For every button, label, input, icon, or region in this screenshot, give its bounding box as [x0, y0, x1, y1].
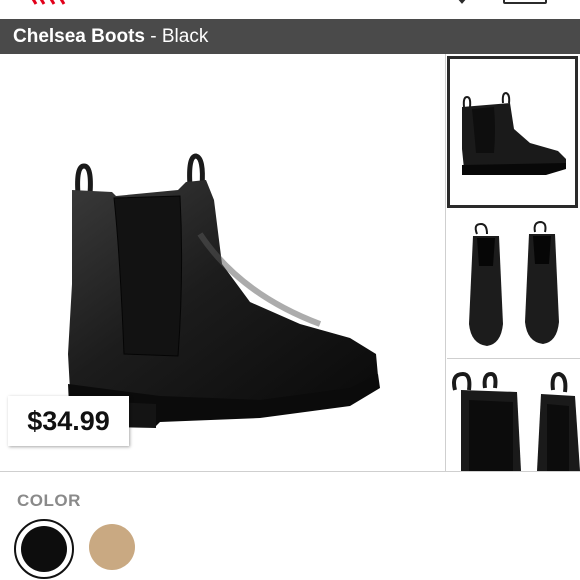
cart-button[interactable]	[503, 0, 547, 4]
boot-back-thumbnail	[452, 371, 580, 471]
main-product-image[interactable]: $34.99	[0, 54, 446, 471]
thumbnail-back-view[interactable]	[447, 360, 580, 471]
product-gallery: $34.99	[0, 54, 580, 472]
top-nav-strip	[0, 0, 580, 19]
swatch-black-fill	[21, 526, 67, 572]
brand-logo[interactable]	[28, 0, 88, 6]
product-title-bar: Chelsea Boots - Black	[0, 19, 580, 54]
product-variant: Black	[161, 25, 209, 47]
product-name: Chelsea Boots	[13, 25, 145, 47]
thumbnail-top-view[interactable]	[447, 214, 580, 359]
color-section-label: COLOR	[17, 491, 81, 510]
swatch-black-selected[interactable]	[14, 519, 74, 579]
boot-side-thumbnail	[462, 91, 566, 175]
chevron-down-icon[interactable]	[455, 0, 469, 4]
price-tag: $34.99	[8, 396, 129, 446]
title-separator: -	[144, 25, 162, 47]
thumbnail-side-view[interactable]	[447, 56, 578, 208]
swatch-beige[interactable]	[89, 524, 135, 570]
boot-pair-thumbnail	[469, 220, 559, 346]
